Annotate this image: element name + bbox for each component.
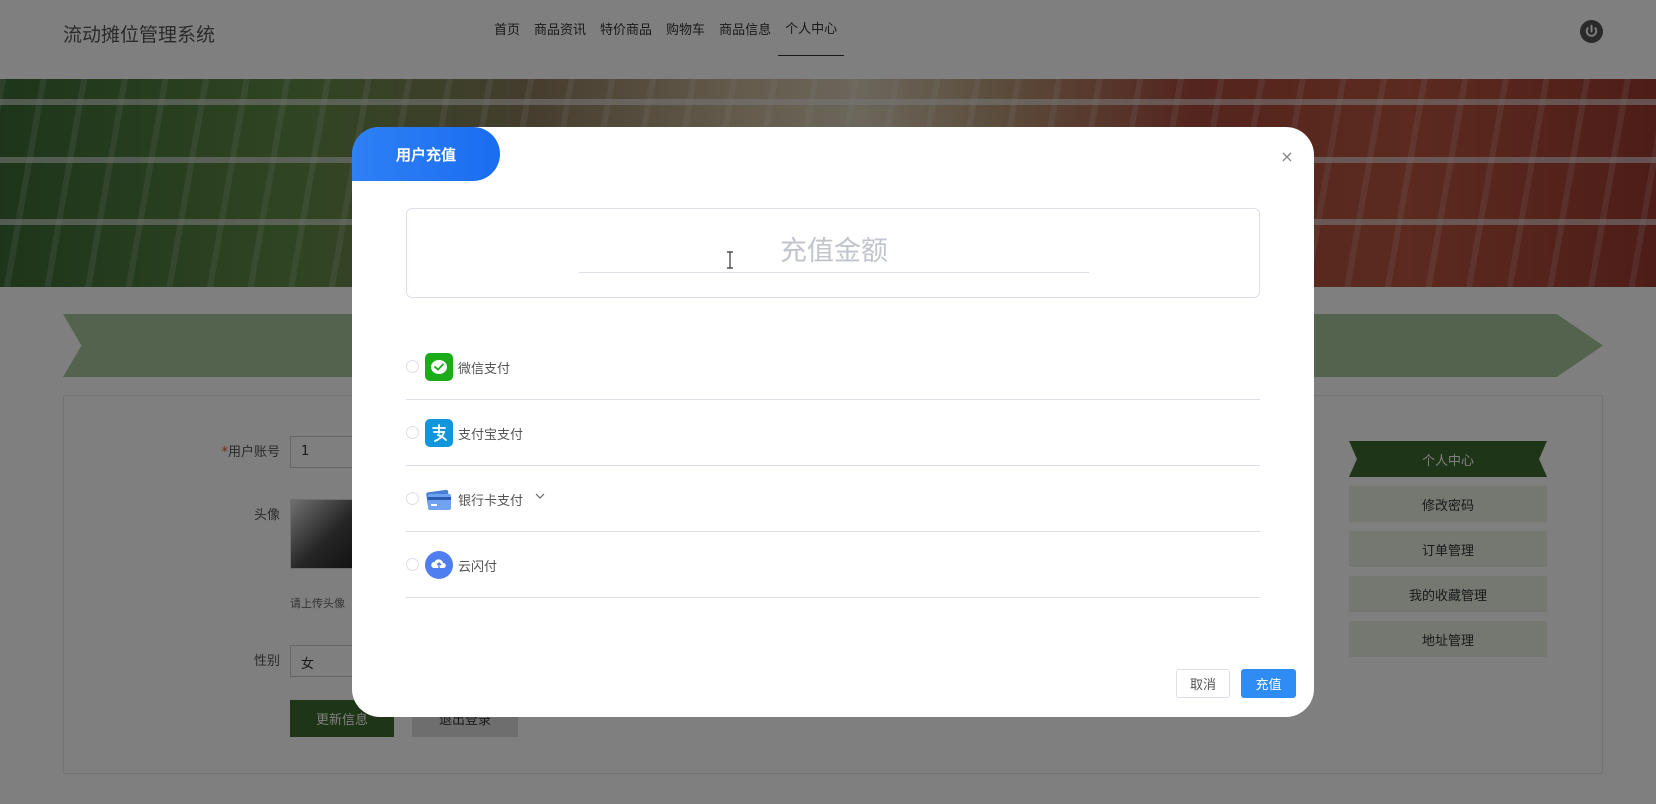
wechat-pay-label: 微信支付 xyxy=(458,362,511,377)
close-icon[interactable]: × xyxy=(1279,149,1295,165)
alipay-radio[interactable] xyxy=(406,426,419,439)
union-quickpass-icon xyxy=(425,551,453,579)
payment-option-alipay[interactable]: 支付宝支付 xyxy=(406,400,1260,466)
chevron-down-icon[interactable] xyxy=(534,490,546,505)
wechat-pay-icon xyxy=(425,353,453,381)
recharge-dialog: 用户充值 × 微信支付 支付宝支付 xyxy=(352,127,1314,717)
recharge-button[interactable]: 充值 xyxy=(1241,669,1296,698)
bank-card-icon xyxy=(425,485,453,513)
payment-option-quickpass[interactable]: 云闪付 xyxy=(406,532,1260,598)
alipay-icon xyxy=(425,419,453,447)
payment-option-wechat[interactable]: 微信支付 xyxy=(406,334,1260,400)
quickpass-radio[interactable] xyxy=(406,558,419,571)
amount-box xyxy=(406,208,1260,298)
cancel-button[interactable]: 取消 xyxy=(1176,669,1230,698)
alipay-label: 支付宝支付 xyxy=(458,428,524,443)
bank-card-radio[interactable] xyxy=(406,492,419,505)
quickpass-label: 云闪付 xyxy=(458,560,498,575)
bank-card-label: 银行卡支付 xyxy=(458,494,524,509)
payment-option-bank-card[interactable]: 银行卡支付 xyxy=(406,466,1260,532)
text-cursor-icon xyxy=(727,251,733,269)
dialog-title: 用户充值 xyxy=(352,127,500,181)
amount-input[interactable] xyxy=(579,231,1089,273)
wechat-radio[interactable] xyxy=(406,360,419,373)
